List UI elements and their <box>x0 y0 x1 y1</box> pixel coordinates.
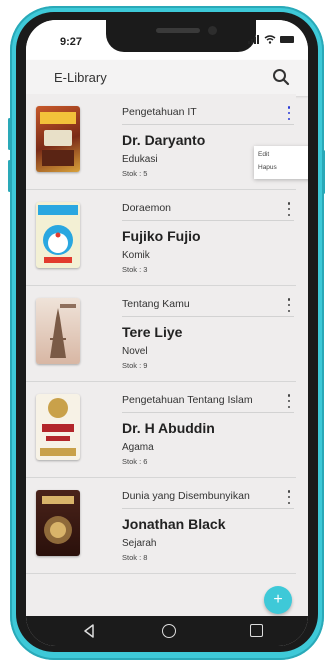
book-genre: Agama <box>122 442 154 453</box>
book-category: Pengetahuan Tentang Islam <box>122 394 253 406</box>
book-genre: Sejarah <box>122 538 157 549</box>
book-stock: Stok : 3 <box>122 265 148 274</box>
home-icon[interactable] <box>162 624 176 638</box>
divider <box>122 508 294 509</box>
more-vert-icon[interactable] <box>286 298 292 312</box>
book-cover <box>36 106 80 172</box>
book-genre: Edukasi <box>122 154 158 165</box>
add-book-button[interactable]: + <box>264 586 292 614</box>
status-bar: 9:27 <box>26 20 308 60</box>
book-cover <box>36 490 80 556</box>
book-author: Tere Liye <box>122 324 183 340</box>
book-author: Jonathan Black <box>122 516 226 532</box>
more-vert-icon[interactable] <box>286 394 292 408</box>
book-card[interactable]: Doraemon Fujiko Fujio Komik Stok : 3 <box>26 190 296 286</box>
back-icon[interactable] <box>82 624 96 638</box>
book-author: Dr. Daryanto <box>122 132 206 148</box>
book-list: Pengetahuan IT Dr. Daryanto Edukasi Stok… <box>26 94 296 574</box>
more-vert-icon[interactable] <box>286 202 292 216</box>
book-category: Dunia yang Disembunyikan <box>122 490 250 502</box>
book-stock: Stok : 5 <box>122 169 148 178</box>
divider <box>122 124 294 125</box>
menu-item-delete[interactable]: Hapus <box>258 164 308 177</box>
book-card[interactable]: Tentang Kamu Tere Liye Novel Stok : 9 <box>26 286 296 382</box>
battery-icon <box>280 36 294 43</box>
book-genre: Novel <box>122 346 148 357</box>
book-card[interactable]: Pengetahuan Tentang Islam Dr. H Abuddin … <box>26 382 296 478</box>
book-category: Doraemon <box>122 202 172 214</box>
book-author: Fujiko Fujio <box>122 228 201 244</box>
status-icons <box>248 35 294 44</box>
more-vert-icon[interactable] <box>286 106 292 120</box>
book-cover <box>36 394 80 460</box>
app-bar: E-Library <box>26 60 308 96</box>
speaker <box>156 28 200 33</box>
book-cover <box>36 298 80 364</box>
screen: 9:27 E-Library Pengetahuan IT Dr. Daryan… <box>26 20 308 646</box>
book-stock: Stok : 6 <box>122 457 148 466</box>
divider <box>122 220 294 221</box>
book-category: Tentang Kamu <box>122 298 190 310</box>
recent-apps-icon[interactable] <box>250 624 263 637</box>
book-options-menu: Edit Hapus <box>254 146 308 179</box>
book-author: Dr. H Abuddin <box>122 420 215 436</box>
book-card[interactable]: Dunia yang Disembunyikan Jonathan Black … <box>26 478 296 574</box>
divider <box>122 316 294 317</box>
more-vert-icon[interactable] <box>286 490 292 504</box>
book-genre: Komik <box>122 250 150 261</box>
navigation-bar <box>26 616 308 646</box>
book-stock: Stok : 9 <box>122 361 148 370</box>
app-title: E-Library <box>54 70 107 85</box>
divider <box>122 412 294 413</box>
wifi-icon <box>264 35 276 44</box>
search-icon[interactable] <box>272 68 290 86</box>
status-time: 9:27 <box>60 36 83 48</box>
book-cover <box>36 202 80 268</box>
camera <box>208 26 217 35</box>
menu-item-edit[interactable]: Edit <box>258 151 308 164</box>
book-category: Pengetahuan IT <box>122 106 197 118</box>
book-stock: Stok : 8 <box>122 553 148 562</box>
signal-icon <box>248 35 259 44</box>
notch <box>106 20 256 52</box>
